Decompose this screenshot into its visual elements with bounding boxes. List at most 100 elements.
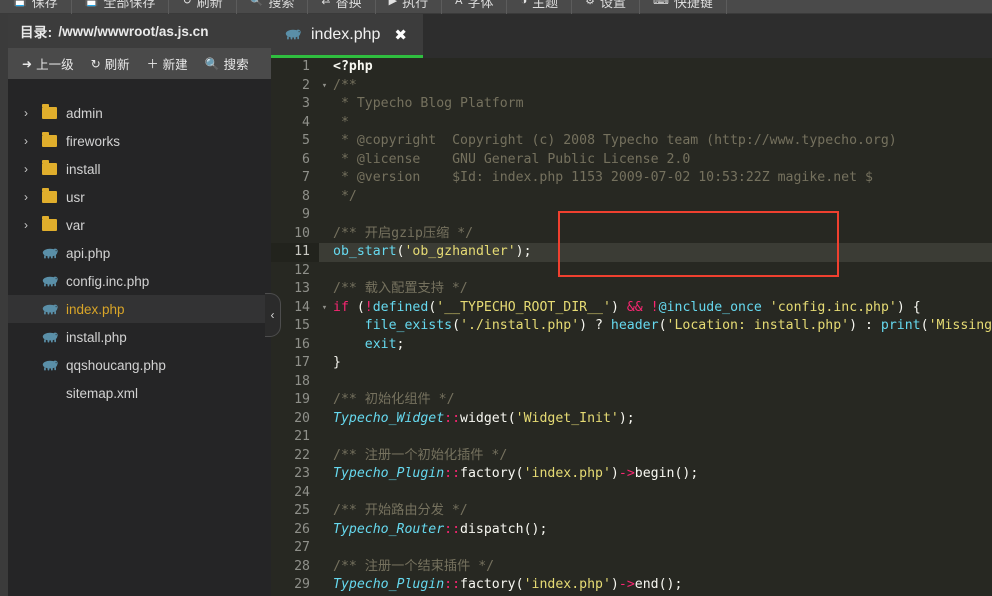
folder-icon xyxy=(42,219,66,231)
code-line-12[interactable]: 12 xyxy=(271,262,992,281)
directory-path-bar: 目录: /www/wwwroot/as.js.cn xyxy=(8,14,271,48)
code-line-8[interactable]: 8 */ xyxy=(271,188,992,207)
line-number: 11 xyxy=(271,243,319,262)
top-menu-label: 保存 xyxy=(32,0,58,11)
code-line-25[interactable]: 25/** 开始路由分发 */ xyxy=(271,502,992,521)
top-menu-字体[interactable]: A字体 xyxy=(442,0,507,14)
tree-item-sitemap.xml[interactable]: ›sitemap.xml xyxy=(8,379,271,407)
font-icon: A xyxy=(455,0,462,7)
code-line-7[interactable]: 7 * @version $Id: index.php 1153 2009-07… xyxy=(271,169,992,188)
code-line-19[interactable]: 19 /** 初始化组件 */ xyxy=(271,391,992,410)
code-line-4[interactable]: 4 * xyxy=(271,114,992,133)
folder-icon xyxy=(42,135,66,147)
line-number: 29 xyxy=(271,576,319,595)
line-number: 8 xyxy=(271,188,319,207)
code-line-24[interactable]: 24 xyxy=(271,484,992,503)
top-menu-设置[interactable]: ⚙设置 xyxy=(572,0,640,14)
code-line-5[interactable]: 5 * @copyright Copyright (c) 2008 Typech… xyxy=(271,132,992,151)
code-line-13[interactable]: 13/** 载入配置支持 */ xyxy=(271,280,992,299)
php-elephant-icon xyxy=(42,304,66,315)
code-line-27[interactable]: 27 xyxy=(271,539,992,558)
tree-item-config.inc.php[interactable]: ›config.inc.php xyxy=(8,267,271,295)
tree-item-install.php[interactable]: ›install.php xyxy=(8,323,271,351)
shortcut-icon: ⌨ xyxy=(653,0,669,7)
fold-arrow-icon[interactable]: ▾ xyxy=(319,77,330,96)
code-line-content: Typecho_Router::dispatch(); xyxy=(330,521,547,540)
code-line-2[interactable]: 2▾/** xyxy=(271,77,992,96)
top-menu-主题[interactable]: ◑ 主题 xyxy=(507,0,572,14)
new-icon: ＋ xyxy=(147,55,159,72)
tree-item-admin[interactable]: ›admin xyxy=(8,99,271,127)
theme-icon: ◑ xyxy=(520,0,527,7)
code-line-6[interactable]: 6 * @license GNU General Public License … xyxy=(271,151,992,170)
tree-item-var[interactable]: ›var xyxy=(8,211,271,239)
code-line-26[interactable]: 26Typecho_Router::dispatch(); xyxy=(271,521,992,540)
line-number: 23 xyxy=(271,465,319,484)
sidebar-collapse-handle[interactable]: ‹ xyxy=(265,293,281,337)
code-line-10[interactable]: 10/** 开启gzip压缩 */ xyxy=(271,225,992,244)
file-toolbar-new[interactable]: ＋新建 xyxy=(147,54,188,73)
top-menu-保存[interactable]: 💾保存 xyxy=(0,0,72,14)
file-toolbar-label: 刷新 xyxy=(105,54,130,73)
close-icon[interactable]: ✖ xyxy=(394,26,407,44)
code-line-content: /** 初始化组件 */ xyxy=(330,391,455,410)
editor-tab-bar: index.php ✖ xyxy=(271,14,992,58)
search-icon: 🔍 xyxy=(250,0,264,7)
code-line-18[interactable]: 18 xyxy=(271,373,992,392)
code-line-content: * Typecho Blog Platform xyxy=(330,95,524,114)
code-line-21[interactable]: 21 xyxy=(271,428,992,447)
chevron-right-icon[interactable]: › xyxy=(24,134,42,148)
top-menu-快捷键[interactable]: ⌨ 快捷键 xyxy=(640,0,727,14)
code-line-23[interactable]: 23Typecho_Plugin::factory('index.php')->… xyxy=(271,465,992,484)
folder-icon xyxy=(42,191,66,203)
code-line-9[interactable]: 9 xyxy=(271,206,992,225)
top-menu-label: 主题 xyxy=(532,0,558,11)
chevron-right-icon[interactable]: › xyxy=(24,190,42,204)
line-number: 24 xyxy=(271,484,319,503)
top-menu-执行[interactable]: ▶执行 xyxy=(376,0,442,14)
top-menu-全部保存[interactable]: 💾全部保存 xyxy=(72,0,170,14)
code-line-16[interactable]: 16 exit; xyxy=(271,336,992,355)
line-number: 7 xyxy=(271,169,319,188)
code-line-22[interactable]: 22/** 注册一个初始化插件 */ xyxy=(271,447,992,466)
editor-pane: index.php ✖ 1<?php2▾/**3 * Typecho Blog … xyxy=(271,14,992,596)
top-menu-刷新[interactable]: ↻刷新 xyxy=(169,0,236,14)
top-menu-搜索[interactable]: 🔍搜索 xyxy=(237,0,309,14)
line-number: 27 xyxy=(271,539,319,558)
code-editor[interactable]: 1<?php2▾/**3 * Typecho Blog Platform4 *5… xyxy=(271,58,992,596)
code-line-3[interactable]: 3 * Typecho Blog Platform xyxy=(271,95,992,114)
code-line-content: file_exists('./install.php') ? header('L… xyxy=(330,317,992,336)
refresh-icon: ↻ xyxy=(182,0,191,7)
code-line-content: /** 开始路由分发 */ xyxy=(330,502,468,521)
code-line-15[interactable]: 15 file_exists('./install.php') ? header… xyxy=(271,317,992,336)
code-line-content: * @copyright Copyright (c) 2008 Typecho … xyxy=(330,132,897,151)
tree-item-usr[interactable]: ›usr xyxy=(8,183,271,211)
tree-item-install[interactable]: ›install xyxy=(8,155,271,183)
file-toolbar-refresh[interactable]: ↻刷新 xyxy=(91,54,130,73)
code-line-content: } xyxy=(330,354,341,373)
code-line-29[interactable]: 29Typecho_Plugin::factory('index.php')->… xyxy=(271,576,992,595)
code-line-28[interactable]: 28/** 注册一个结束插件 */ xyxy=(271,558,992,577)
tree-item-api.php[interactable]: ›api.php xyxy=(8,239,271,267)
code-line-11[interactable]: 11ob_start('ob_gzhandler'); xyxy=(271,243,992,262)
tab-index-php[interactable]: index.php ✖ xyxy=(271,14,423,58)
top-menu-替换[interactable]: ⇄替换 xyxy=(308,0,375,14)
file-toolbar-search[interactable]: 🔍搜索 xyxy=(205,54,249,73)
chevron-right-icon[interactable]: › xyxy=(24,162,42,176)
code-line-1[interactable]: 1<?php xyxy=(271,58,992,77)
file-toolbar-up-level[interactable]: ➜上一级 xyxy=(22,54,74,73)
tree-item-index.php[interactable]: ›index.php xyxy=(8,295,271,323)
code-line-14[interactable]: 14▾if (!defined('__TYPECHO_ROOT_DIR__') … xyxy=(271,299,992,318)
line-number: 19 xyxy=(271,391,319,410)
code-line-17[interactable]: 17} xyxy=(271,354,992,373)
up-level-icon: ➜ xyxy=(22,57,32,71)
tree-item-fireworks[interactable]: ›fireworks xyxy=(8,127,271,155)
fold-arrow-icon[interactable]: ▾ xyxy=(319,299,330,318)
top-menu-label: 快捷键 xyxy=(674,0,713,11)
code-line-20[interactable]: 20Typecho_Widget::widget('Widget_Init'); xyxy=(271,410,992,429)
php-elephant-icon xyxy=(42,248,66,259)
file-toolbar: ➜上一级 ↻刷新 ＋新建 🔍搜索 xyxy=(8,48,271,79)
chevron-right-icon[interactable]: › xyxy=(24,218,42,232)
chevron-right-icon[interactable]: › xyxy=(24,106,42,120)
tree-item-qqshoucang.php[interactable]: ›qqshoucang.php xyxy=(8,351,271,379)
